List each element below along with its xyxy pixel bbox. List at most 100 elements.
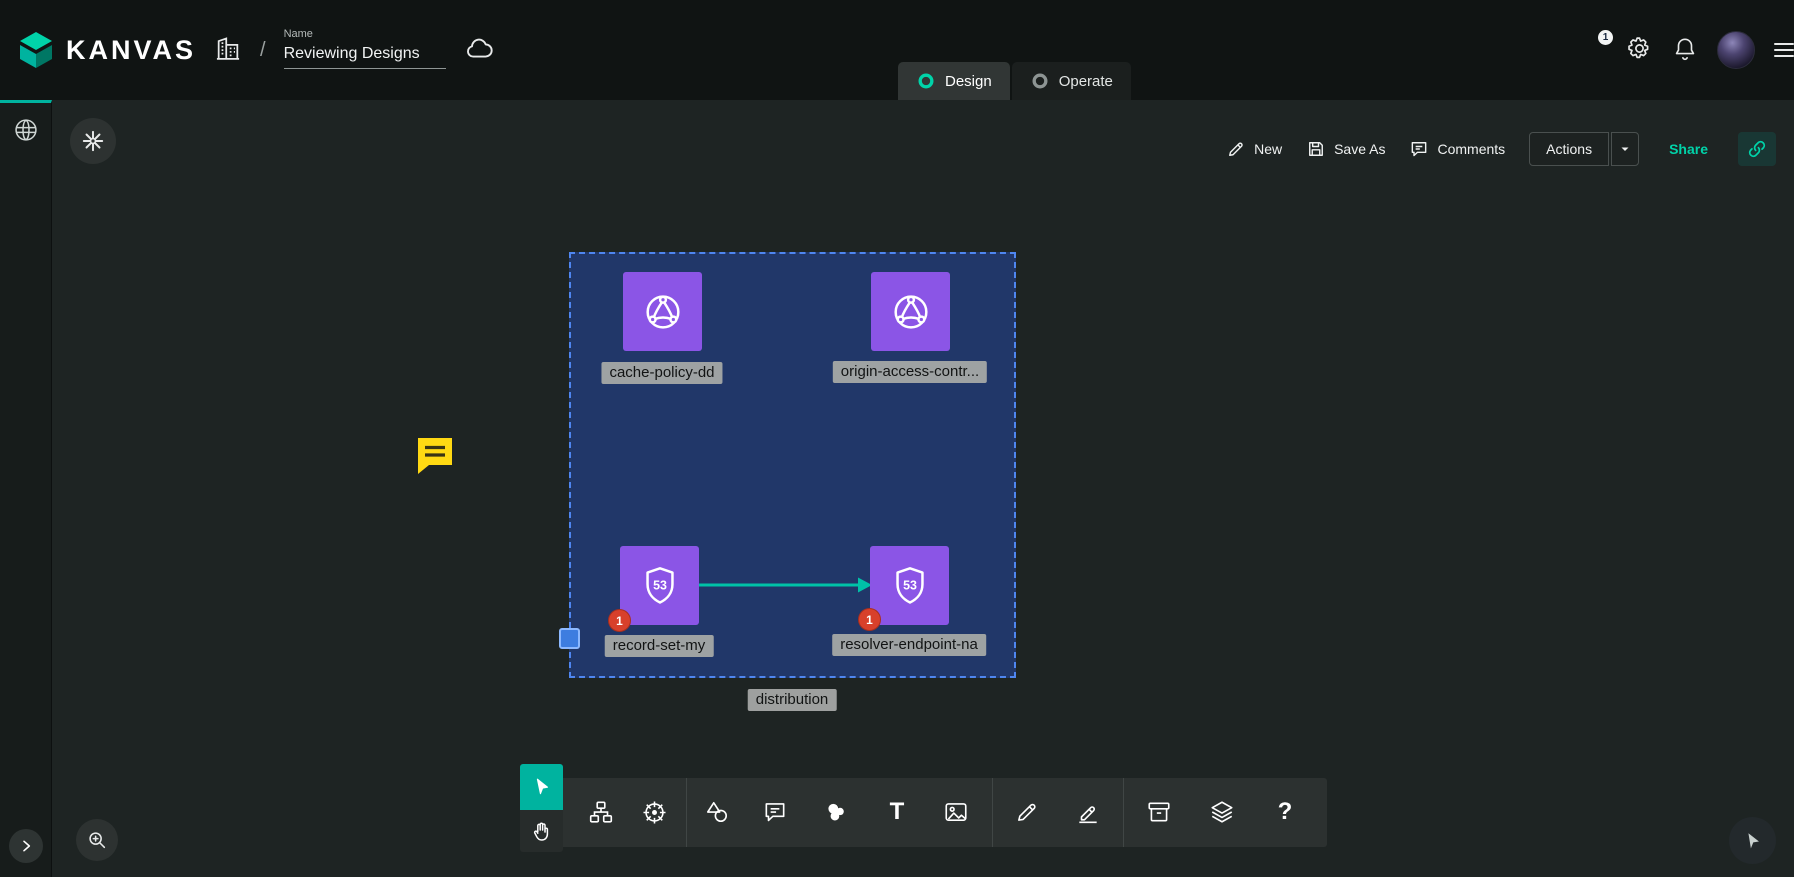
comment-icon	[1409, 139, 1429, 159]
cloudfront-globe-icon	[640, 289, 686, 335]
kubernetes-wheel-icon	[641, 799, 668, 826]
mode-tabs: Design Operate	[898, 62, 1131, 100]
flowchart-icon	[588, 799, 614, 825]
pointer-fab-button[interactable]	[1729, 817, 1776, 864]
design-name-label: Name	[284, 28, 446, 40]
comment-marker[interactable]	[414, 436, 455, 476]
tab-operate[interactable]: Operate	[1012, 62, 1131, 100]
toolbar-surface: T	[520, 778, 1327, 847]
save-as-label: Save As	[1334, 141, 1385, 157]
kanvas-logo-icon	[16, 30, 56, 70]
ai-assist-button[interactable]	[70, 118, 116, 164]
sidebar-designs-button[interactable]	[10, 115, 42, 147]
group-label-distribution[interactable]: distribution	[748, 689, 837, 711]
node-record-set[interactable]: 53	[620, 546, 699, 625]
new-button[interactable]: New	[1226, 139, 1282, 159]
bell-icon	[1672, 36, 1698, 62]
selection-bounding-box[interactable]: 53 53 cache-policy-dd origin-access-cont…	[569, 252, 1016, 678]
chevron-right-icon	[18, 838, 34, 854]
node-label-origin-access-control: origin-access-contr...	[833, 361, 987, 383]
tool-shapes[interactable]	[697, 790, 737, 834]
tab-design[interactable]: Design	[898, 62, 1010, 100]
route53-glyph: 53	[903, 578, 917, 592]
sidebar-expand-button[interactable]	[9, 829, 43, 863]
notifications-button[interactable]	[1672, 36, 1698, 65]
building-icon	[214, 35, 242, 63]
node-label-record-set: record-set-my	[605, 635, 714, 657]
app-title: KANVAS	[66, 35, 196, 66]
sticker-blob-icon	[823, 799, 849, 825]
archive-drawer-icon	[1146, 799, 1172, 825]
node-cache-policy[interactable]	[623, 272, 702, 351]
left-sidebar	[0, 100, 52, 877]
actions-button[interactable]: Actions	[1529, 132, 1609, 166]
toolbar-divider	[992, 778, 993, 847]
organization-button[interactable]	[214, 35, 242, 66]
error-badge-record-set[interactable]: 1	[608, 609, 631, 632]
route53-shield-icon: 53	[887, 563, 933, 609]
settings-button[interactable]	[1626, 35, 1653, 65]
pen-edit-icon	[1075, 799, 1101, 825]
help-glyph: ?	[1278, 798, 1293, 826]
comment-tool-icon	[762, 799, 788, 825]
comments-button[interactable]: Comments	[1409, 139, 1505, 159]
tool-text[interactable]: T	[877, 790, 917, 834]
hand-icon	[530, 819, 554, 843]
design-mode-icon	[916, 71, 936, 91]
cloud-sync-button[interactable]	[464, 34, 494, 67]
app-header: KANVAS / Name	[0, 0, 1794, 100]
navigation-cursor-icon	[1742, 830, 1764, 852]
tool-pen[interactable]	[1068, 790, 1108, 834]
share-button[interactable]: Share	[1663, 133, 1714, 165]
copy-link-button[interactable]	[1738, 132, 1776, 166]
error-badge-resolver-endpoint[interactable]: 1	[858, 608, 881, 631]
route53-glyph: 53	[653, 578, 667, 592]
tab-operate-label: Operate	[1059, 73, 1113, 90]
tool-help[interactable]: ?	[1265, 790, 1305, 834]
user-avatar[interactable]	[1717, 31, 1755, 69]
tool-layers[interactable]	[1202, 790, 1242, 834]
actions-split-button: Actions	[1529, 132, 1639, 166]
tool-sticker[interactable]	[816, 790, 856, 834]
cloudfront-globe-icon	[888, 289, 934, 335]
comments-label: Comments	[1437, 141, 1505, 157]
tool-pan[interactable]	[520, 810, 563, 852]
tool-media[interactable]	[936, 790, 976, 834]
design-canvas[interactable]: New Save As Comments Actions	[52, 100, 1794, 877]
node-label-cache-policy: cache-policy-dd	[601, 362, 722, 384]
tool-archive[interactable]	[1139, 790, 1179, 834]
tool-pencil[interactable]	[1007, 790, 1047, 834]
operate-mode-icon	[1030, 71, 1050, 91]
cloud-icon	[464, 34, 494, 64]
node-label-resolver-endpoint: resolver-endpoint-na	[832, 634, 986, 656]
kanvas-logo[interactable]: KANVAS	[16, 30, 196, 70]
pencil-icon	[1226, 139, 1246, 159]
toolbar-divider	[686, 778, 687, 847]
toolbar-divider	[1123, 778, 1124, 847]
sparkle-icon	[80, 128, 106, 154]
tool-comment[interactable]	[755, 790, 795, 834]
canvas-action-bar: New Save As Comments Actions	[1226, 132, 1776, 166]
zoom-button[interactable]	[76, 819, 118, 861]
zoom-in-icon	[86, 829, 108, 851]
caret-down-icon	[1619, 143, 1631, 155]
tool-select[interactable]	[520, 764, 563, 810]
gear-icon	[1626, 35, 1653, 62]
actions-dropdown-button[interactable]	[1611, 132, 1639, 166]
pointer-tool-group	[520, 764, 563, 852]
node-origin-access-control[interactable]	[871, 272, 950, 351]
design-name-input[interactable]	[284, 43, 446, 69]
new-label: New	[1254, 141, 1282, 157]
menu-button[interactable]	[1774, 43, 1794, 57]
bottom-toolbar: T	[520, 764, 1327, 854]
tool-flowchart[interactable]	[581, 790, 621, 834]
tool-kubernetes[interactable]	[634, 790, 674, 834]
sphere-icon	[12, 116, 40, 144]
cloud-account-button[interactable]: 1	[1577, 35, 1607, 65]
selection-handle[interactable]	[559, 628, 580, 649]
comment-bubble-icon	[414, 436, 455, 476]
node-resolver-endpoint[interactable]: 53	[870, 546, 949, 625]
image-icon	[943, 799, 969, 825]
save-as-button[interactable]: Save As	[1306, 139, 1385, 159]
hamburger-icon	[1774, 43, 1794, 45]
